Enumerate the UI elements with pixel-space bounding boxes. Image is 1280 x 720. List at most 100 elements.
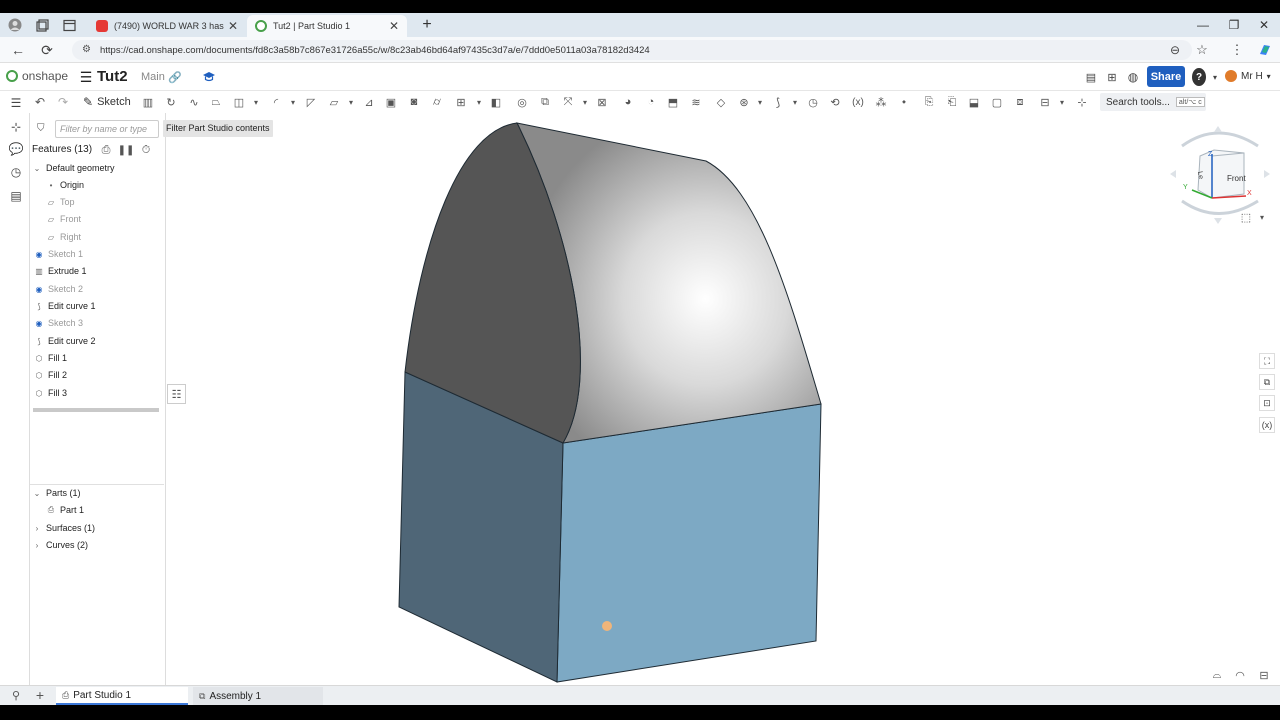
- variable-table-icon[interactable]: (x): [1259, 417, 1275, 433]
- workspaces-icon[interactable]: [33, 16, 51, 34]
- display-mode-icon[interactable]: ◠: [1232, 667, 1248, 683]
- chevron-down-icon[interactable]: ▾: [343, 94, 359, 110]
- rollback-pause-icon[interactable]: ❚❚: [118, 142, 135, 158]
- chevron-down-icon[interactable]: ▾: [752, 94, 768, 110]
- chevron-down-icon[interactable]: ▾: [471, 94, 487, 110]
- feature-origin[interactable]: • Origin: [46, 177, 84, 193]
- chevron-down-icon[interactable]: ▾: [577, 94, 593, 110]
- shell-icon[interactable]: ▣: [383, 94, 399, 110]
- sheet-metal-icon[interactable]: ⎘: [921, 94, 937, 110]
- site-info-icon[interactable]: ⚙: [82, 44, 91, 55]
- view-cube-left-label[interactable]: Left: [1194, 171, 1204, 180]
- app-store-icon[interactable]: ◍: [1124, 68, 1142, 86]
- view-options-icon[interactable]: ⬚: [1238, 209, 1254, 225]
- hole-icon[interactable]: ◙: [406, 94, 422, 110]
- feature-sketch-3[interactable]: ◉ Sketch 3: [34, 315, 84, 331]
- close-tab-icon[interactable]: ✕: [389, 19, 399, 33]
- corner-icon[interactable]: ▢: [989, 94, 1005, 110]
- feature-plane-front[interactable]: ▱ Front: [46, 211, 81, 227]
- feature-fill-1[interactable]: ⬡ Fill 1: [34, 350, 68, 366]
- move-face-icon[interactable]: ◔: [643, 94, 659, 110]
- new-tab-button[interactable]: +: [410, 13, 444, 37]
- maximize-icon[interactable]: ❐: [1217, 13, 1251, 37]
- transform-icon[interactable]: ⤧: [560, 94, 576, 110]
- delete-part-icon[interactable]: ⊠: [594, 94, 610, 110]
- front-face[interactable]: [556, 403, 822, 683]
- tab-manager-icon[interactable]: ⚲: [8, 687, 24, 703]
- chevron-down-icon[interactable]: ▾: [1254, 209, 1270, 225]
- mirror-icon[interactable]: ◧: [488, 94, 504, 110]
- feature-extrude-1[interactable]: ▥ Extrude 1: [34, 263, 86, 279]
- list-toggle-icon[interactable]: ☷: [167, 384, 186, 404]
- learning-center-icon[interactable]: [200, 68, 218, 86]
- configurations-icon[interactable]: ⊡: [1259, 395, 1275, 411]
- branches-icon[interactable]: ⊞: [1103, 68, 1121, 86]
- chevron-down-icon[interactable]: ▾: [787, 94, 803, 110]
- surfaces-group[interactable]: › Surfaces (1): [32, 520, 95, 536]
- chevron-down-icon[interactable]: ▾: [248, 94, 264, 110]
- redo-icon[interactable]: ↷: [55, 94, 71, 110]
- feature-sketch-2[interactable]: ◉ Sketch 2: [34, 281, 84, 297]
- variable-icon[interactable]: (x): [850, 94, 866, 110]
- filter-input[interactable]: Filter by name or type: [55, 120, 159, 138]
- mate-connector-icon[interactable]: ⊛: [736, 94, 752, 110]
- versions-icon[interactable]: ▤: [1082, 68, 1100, 86]
- comments-icon[interactable]: 💬: [8, 141, 24, 157]
- tab-icon[interactable]: ⬓: [966, 94, 982, 110]
- curve-icon[interactable]: ⟆: [770, 94, 786, 110]
- bookmark-star-icon[interactable]: ☆: [1193, 41, 1211, 59]
- split-icon[interactable]: ⧉: [537, 94, 553, 110]
- feature-plane-right[interactable]: ▱ Right: [46, 229, 81, 245]
- user-menu[interactable]: Mr H ▾: [1225, 70, 1271, 82]
- thicken-icon[interactable]: ◫: [231, 94, 247, 110]
- tab-assembly-1[interactable]: ⧉ Assembly 1: [193, 687, 323, 705]
- undo-icon[interactable]: ↶: [32, 94, 48, 110]
- link-icon[interactable]: 🔗: [166, 68, 184, 86]
- add-folder-icon[interactable]: ⎙: [98, 142, 114, 158]
- help-dropdown-icon[interactable]: ▾: [1206, 68, 1224, 86]
- extrude-icon[interactable]: ▥: [140, 94, 156, 110]
- feature-list-icon[interactable]: ☰: [8, 95, 24, 111]
- url-bar[interactable]: ⚙ https://cad.onshape.com/documents/fd8c…: [72, 40, 1192, 60]
- document-menu-icon[interactable]: ☰: [77, 68, 95, 86]
- regen-timer-icon[interactable]: ⏱: [138, 142, 154, 158]
- part-item[interactable]: ⎙ Part 1: [46, 502, 84, 518]
- close-window-icon[interactable]: ✕: [1247, 13, 1280, 37]
- feature-sketch-1[interactable]: ◉ Sketch 1: [34, 246, 84, 262]
- menu-dots-icon[interactable]: ⋮: [1228, 41, 1246, 59]
- cylinder-icon[interactable]: ⌭: [429, 94, 445, 110]
- finish-sheet-metal-icon[interactable]: ⧈: [1012, 94, 1028, 110]
- tab-part-studio-1[interactable]: ⎙ Part Studio 1: [56, 687, 188, 705]
- appearance-icon[interactable]: ⬩: [896, 94, 912, 110]
- frame-icon[interactable]: ⊟: [1037, 94, 1053, 110]
- section-view-icon[interactable]: ⌓: [1209, 667, 1225, 683]
- insert-icon[interactable]: ⊹: [8, 119, 24, 135]
- reload-icon[interactable]: ⟳: [38, 41, 56, 59]
- tab-actions-icon[interactable]: [60, 16, 78, 34]
- 3d-model[interactable]: [166, 113, 1280, 685]
- history-icon[interactable]: ◷: [8, 164, 24, 180]
- chevron-down-icon[interactable]: ▾: [1054, 94, 1070, 110]
- search-tools-input[interactable]: Search tools... alt/⌥ c: [1100, 93, 1206, 111]
- plane-icon[interactable]: ◇: [713, 94, 729, 110]
- sketch-button[interactable]: ✎ Sketch: [83, 94, 131, 110]
- appearance-panel-icon[interactable]: ⧉: [1259, 374, 1275, 390]
- feature-fill-3[interactable]: ⬡ Fill 3: [34, 385, 68, 401]
- fillet-icon[interactable]: ◜: [268, 94, 284, 110]
- offset-surface-icon[interactable]: ≋: [688, 94, 704, 110]
- loft-icon[interactable]: ⏢: [208, 94, 224, 110]
- browser-tab-youtube[interactable]: (7490) WORLD WAR 3 has starte ✕: [88, 15, 246, 37]
- feature-fill-2[interactable]: ⬡ Fill 2: [34, 367, 68, 383]
- close-tab-icon[interactable]: ✕: [228, 19, 238, 33]
- minimize-icon[interactable]: —: [1186, 13, 1220, 37]
- help-button[interactable]: ?: [1192, 68, 1206, 86]
- boolean-icon[interactable]: ◎: [514, 94, 530, 110]
- graphics-viewport[interactable]: [166, 113, 1280, 685]
- rollback-bar[interactable]: [33, 408, 159, 412]
- add-custom-feature-icon[interactable]: ⊹: [1074, 94, 1090, 110]
- chevron-down-icon[interactable]: ▾: [285, 94, 301, 110]
- sweep-icon[interactable]: ∿: [186, 94, 202, 110]
- feature-edit-curve-2[interactable]: ⟆ Edit curve 2: [34, 333, 95, 349]
- modify-fillet-icon[interactable]: ◕: [620, 94, 636, 110]
- branch-name[interactable]: Main: [141, 71, 165, 83]
